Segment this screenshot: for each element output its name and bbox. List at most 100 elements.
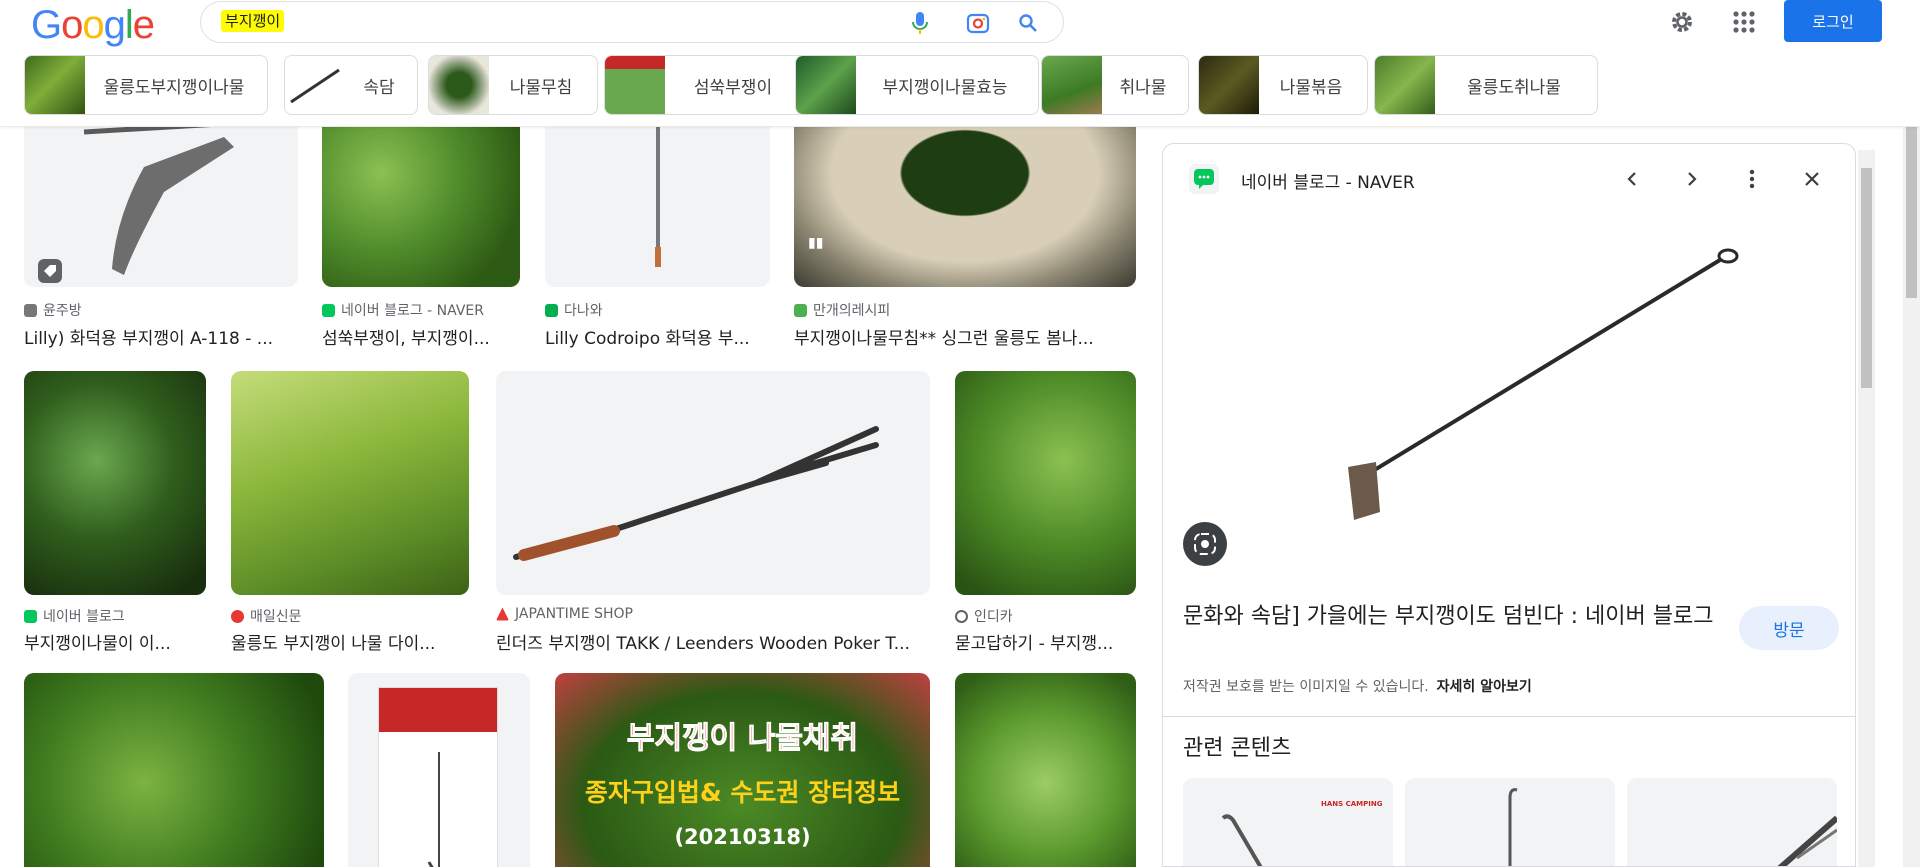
more-vert-icon[interactable]	[1737, 164, 1767, 194]
logo-letter: o	[82, 3, 104, 47]
result-source: JAPANTIME SHOP	[496, 606, 633, 622]
chip-thumbnail	[605, 56, 665, 114]
chip-thumbnail	[1042, 56, 1102, 114]
source-name: 네이버 블로그 - NAVER	[341, 303, 484, 319]
source-name: 네이버 블로그	[43, 609, 125, 625]
result-source: 매일신문	[231, 606, 302, 626]
related-card[interactable]: HANS CAMPING	[1183, 778, 1393, 866]
logo-letter: g	[103, 3, 126, 47]
chip-label: 섬쑥부쟁이	[693, 77, 773, 98]
result-source: 네이버 블로그 - NAVER	[322, 300, 484, 320]
chip-thumbnail	[1375, 56, 1435, 114]
result-title[interactable]: Lilly Codroipo 화덕용 부...	[545, 324, 770, 349]
result-title[interactable]: 묻고답하기 - 부지깽...	[955, 629, 1136, 654]
result-image[interactable]	[24, 673, 324, 867]
panel-header: 네이버 블로그 - NAVER	[1163, 144, 1855, 212]
chip-label: 취나물	[1119, 77, 1167, 98]
preview-image[interactable]	[1198, 212, 1824, 584]
result-title[interactable]: 린더즈 부지깽이 TAKK / Leenders Wooden Poker T.…	[496, 629, 930, 654]
chevron-right-icon[interactable]	[1677, 164, 1707, 194]
apps-grid-icon[interactable]	[1730, 8, 1758, 36]
chip-thumbnail	[1199, 56, 1259, 114]
camera-lens-icon[interactable]	[965, 10, 991, 36]
result-title[interactable]: Lilly) 화덕용 부지깽이 A-118 - ...	[24, 324, 298, 349]
package-header	[379, 688, 497, 732]
panel-source[interactable]: 네이버 블로그 - NAVER	[1241, 168, 1415, 193]
search-box[interactable]: 부지깽이	[200, 1, 1064, 43]
copyright-text: 저작권 보호를 받는 이미지일 수 있습니다.	[1183, 679, 1429, 695]
image-preview-panel: 네이버 블로그 - NAVER 문화와 속담] 가을에는 부지깽이도 덤빈다 :…	[1162, 143, 1856, 867]
top-header: Google 부지깽이 로그인 울릉도부지깽이나물 속담 나물무침 섬쑥부쟁이 …	[0, 0, 1920, 127]
login-button[interactable]: 로그인	[1784, 0, 1882, 42]
image-results-grid: 윤주방 Lilly) 화덕용 부지깽이 A-118 - ... 네이버 블로그 …	[0, 127, 1150, 867]
result-image[interactable]	[348, 673, 530, 867]
chip-울릉도부지깽이나물[interactable]: 울릉도부지깽이나물	[24, 55, 268, 115]
result-image[interactable]: 부지깽이 나물채취 종자구입법& 수도권 장터정보 (20210318)	[555, 673, 930, 867]
source-name: 다나와	[564, 303, 603, 319]
result-image[interactable]	[231, 371, 469, 595]
search-input[interactable]: 부지깽이	[221, 10, 285, 32]
related-content-heading: 관련 콘텐츠	[1183, 736, 1292, 761]
result-title[interactable]: 섬쑥부쟁이, 부지깽이...	[322, 324, 520, 349]
result-source: 만개의레시피	[794, 300, 890, 320]
mic-icon[interactable]	[907, 10, 933, 36]
result-image[interactable]	[24, 127, 298, 287]
logo-letter: G	[31, 3, 62, 47]
chip-나물무침[interactable]: 나물무침	[428, 55, 598, 115]
banner-line1: 부지깽이 나물채취	[626, 721, 859, 757]
result-title[interactable]: 부지깽이나물무침** 싱그런 울릉도 봄나...	[794, 324, 1136, 349]
chip-속담[interactable]: 속담	[284, 55, 418, 115]
chip-thumbnail	[796, 56, 856, 114]
result-source: 윤주방	[24, 300, 82, 320]
video-icon: ▮▮	[808, 235, 824, 251]
chip-취나물[interactable]: 취나물	[1041, 55, 1189, 115]
result-image[interactable]: ▮▮	[794, 127, 1136, 287]
naver-blog-favicon-icon	[1189, 164, 1219, 194]
search-icon[interactable]	[1015, 10, 1041, 36]
result-source: 네이버 블로그	[24, 606, 125, 626]
panel-title[interactable]: 문화와 속담] 가을에는 부지깽이도 덤빈다 : 네이버 블로그	[1183, 602, 1723, 632]
panel-scroll-thumb[interactable]	[1861, 168, 1872, 388]
gear-icon[interactable]	[1668, 8, 1696, 36]
result-image[interactable]	[955, 371, 1136, 595]
source-favicon-icon	[24, 609, 37, 623]
result-image[interactable]	[322, 127, 520, 287]
source-favicon-icon	[322, 303, 335, 317]
chip-섬쑥부쟁이[interactable]: 섬쑥부쟁이	[604, 55, 806, 115]
panel-scrollbar[interactable]	[1858, 150, 1875, 867]
chip-label: 나물볶음	[1279, 77, 1343, 98]
logo-letter: o	[61, 3, 83, 47]
chip-label: 나물무침	[509, 77, 573, 98]
result-image[interactable]	[545, 127, 770, 287]
result-source: 인디카	[955, 606, 1013, 626]
result-image[interactable]	[496, 371, 930, 595]
copyright-notice: 저작권 보호를 받는 이미지일 수 있습니다. 자세히 알아보기	[1183, 676, 1532, 696]
related-card[interactable]	[1627, 778, 1837, 866]
learn-more-link[interactable]: 자세히 알아보기	[1437, 679, 1532, 695]
chip-부지깽이나물효능[interactable]: 부지깽이나물효능	[795, 55, 1039, 115]
banner-line2: 종자구입법& 수도권 장터정보	[584, 778, 901, 807]
related-card[interactable]	[1405, 778, 1615, 866]
close-icon[interactable]	[1797, 164, 1827, 194]
source-name: 인디카	[974, 609, 1013, 625]
source-name: JAPANTIME SHOP	[515, 606, 633, 622]
page-scroll-thumb[interactable]	[1906, 108, 1917, 298]
chip-thumbnail	[285, 56, 345, 114]
tag-icon	[38, 259, 62, 283]
chip-나물볶음[interactable]: 나물볶음	[1198, 55, 1368, 115]
chevron-left-icon[interactable]	[1617, 164, 1647, 194]
chip-thumbnail	[25, 56, 85, 114]
logo-letter: l	[124, 3, 134, 47]
result-image[interactable]	[955, 673, 1136, 867]
google-lens-icon[interactable]	[1183, 522, 1227, 566]
visit-button[interactable]: 방문	[1739, 606, 1839, 650]
page-scrollbar[interactable]	[1903, 0, 1920, 867]
result-title[interactable]: 부지깽이나물이 이...	[24, 629, 206, 654]
banner-line3: (20210318)	[674, 825, 811, 849]
result-title[interactable]: 울릉도 부지깽이 나물 다이...	[231, 629, 469, 654]
chip-울릉도취나물[interactable]: 울릉도취나물	[1374, 55, 1598, 115]
chip-label: 부지깽이나물효능	[882, 77, 1008, 98]
chip-label: 속담	[363, 77, 395, 98]
result-image[interactable]	[24, 371, 206, 595]
google-logo[interactable]: Google	[31, 3, 155, 47]
